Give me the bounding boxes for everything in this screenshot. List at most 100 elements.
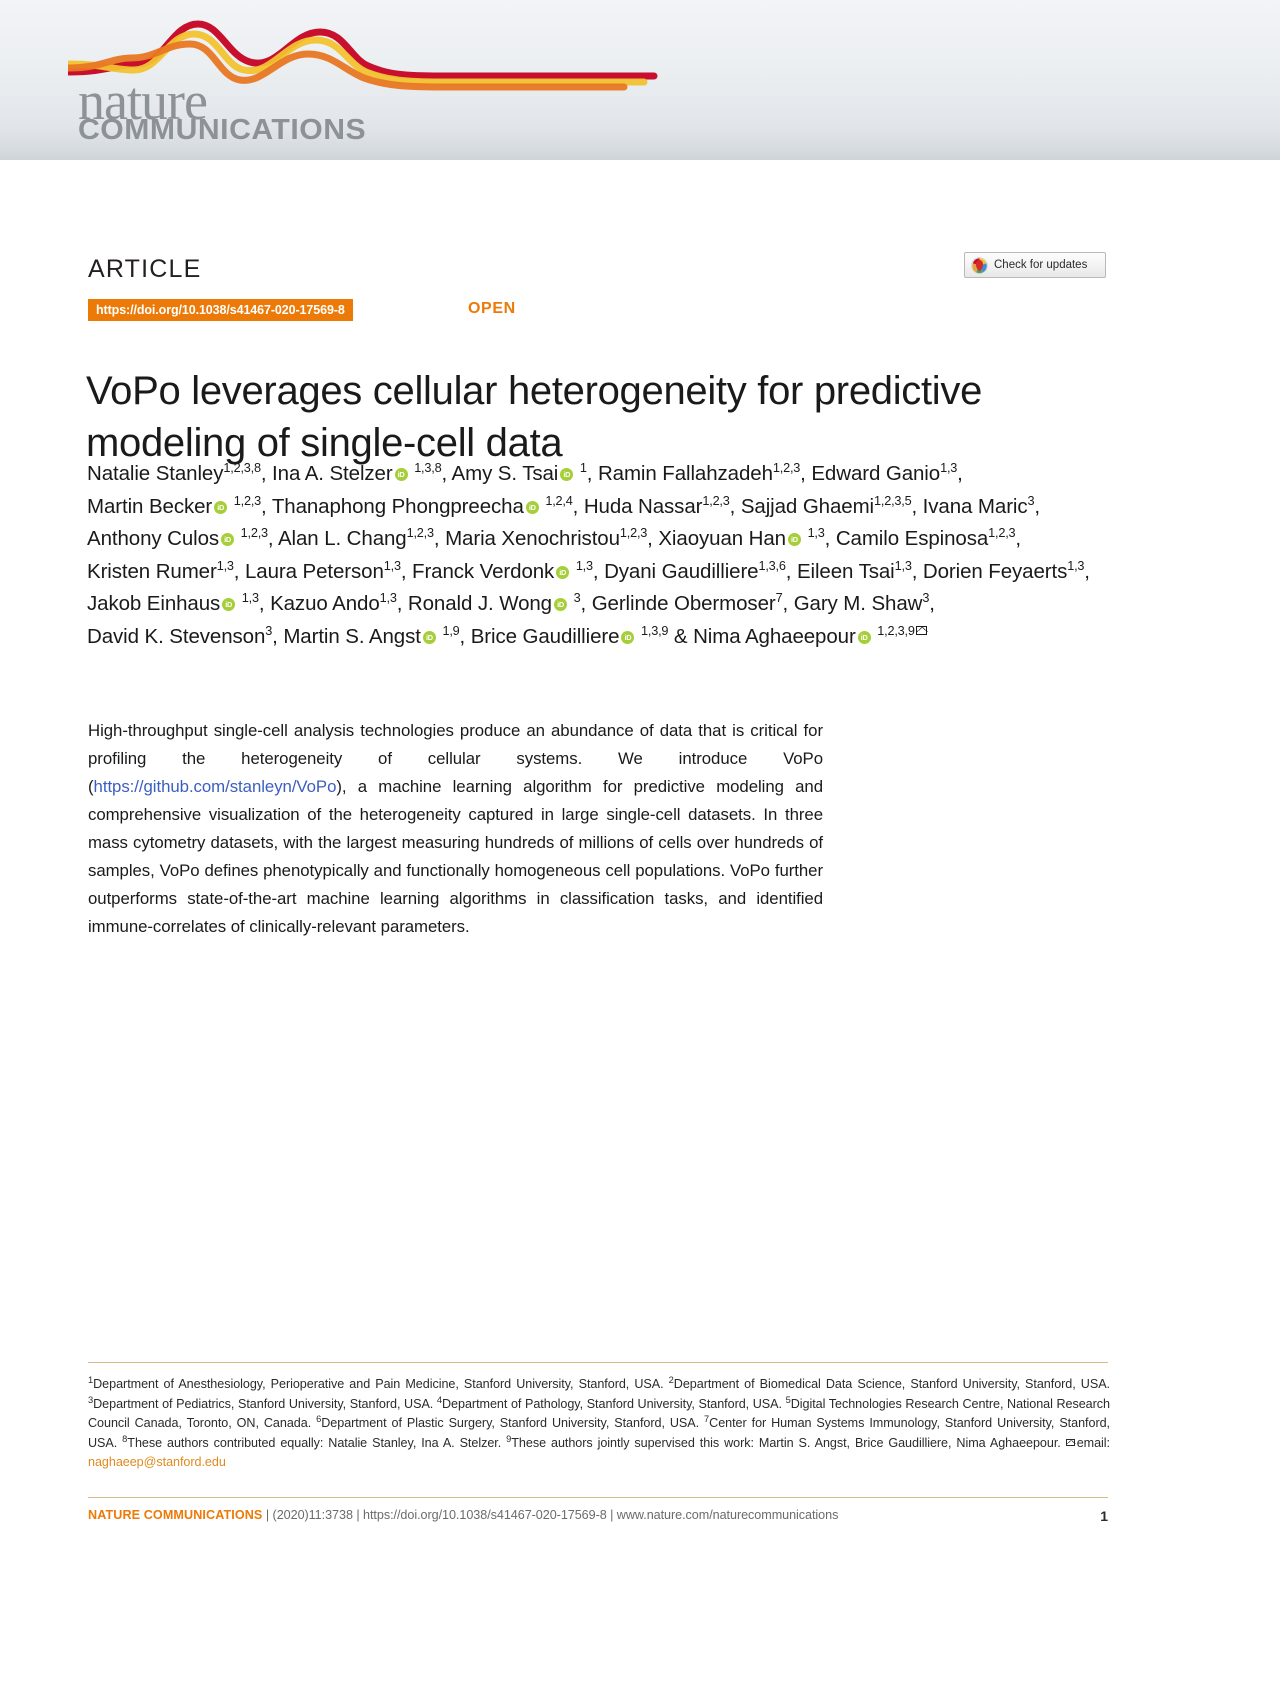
author-name: Kristen Rumer — [87, 559, 217, 583]
author-list: Natalie Stanley1,2,3,8, Ina A. Stelzer 1… — [87, 458, 1122, 653]
author-entry: Martin Becker 1,2,3, — [87, 492, 272, 518]
article-title: VoPo leverages cellular heterogeneity fo… — [86, 368, 983, 465]
author-name: Camilo Espinosa — [835, 527, 989, 550]
abstract-part-2: ), a machine learning algorithm for pred… — [88, 777, 823, 936]
author-name: Ramin Fallahzadeh — [597, 462, 773, 485]
author-name: Jakob Einhaus — [87, 592, 221, 615]
author-name: Natalie Stanley — [87, 462, 224, 485]
author-name: Thanaphong Phongpreecha — [271, 494, 524, 518]
corresponding-author-envelope-icon[interactable] — [915, 625, 928, 636]
orcid-icon[interactable] — [556, 565, 570, 579]
orcid-icon[interactable] — [554, 598, 567, 611]
author-name: Alan L. Chang — [277, 527, 407, 550]
orcid-icon[interactable] — [221, 533, 235, 546]
footer-divider — [88, 1497, 1108, 1498]
orcid-icon[interactable] — [214, 500, 228, 514]
author-entry: Xiaoyuan Han 1,3, — [658, 526, 835, 550]
author-affiliation-marker: 1,3 — [940, 460, 958, 476]
affiliation-text: Department of Plastic Surgery, Stanford … — [321, 1416, 705, 1430]
orcid-icon[interactable] — [222, 598, 236, 611]
author-affiliation-marker: 1,2,3 — [240, 525, 268, 541]
author-affiliation-marker: 1,2,3 — [988, 525, 1016, 541]
author-affiliation-marker: 1,3 — [383, 557, 401, 573]
author-name: Martin S. Angst — [283, 624, 421, 648]
affiliations-divider — [88, 1362, 1108, 1363]
author-entry: Ivana Maric3, — [922, 492, 1041, 518]
author-name: Edward Ganio — [811, 462, 941, 485]
author-name: Eileen Tsai — [796, 559, 895, 583]
author-entry: Ramin Fallahzadeh1,2,3, — [597, 460, 812, 485]
author-affiliation-marker: 1,2,3,9 — [877, 622, 915, 638]
check-for-updates-label: Check for updates — [994, 259, 1088, 271]
footer-journal-brand: NATURE COMMUNICATIONS — [88, 1508, 263, 1522]
github-link[interactable]: https://github.com/stanleyn/VoPo — [94, 777, 337, 796]
author-affiliation-marker: 1,3 — [379, 590, 397, 606]
author-affiliation-marker: 7 — [775, 590, 783, 606]
author-affiliation-marker: 3 — [573, 590, 581, 606]
author-name: David K. Stevenson — [87, 624, 266, 648]
article-page: ARTICLE Check for updates https://doi.or… — [0, 160, 1280, 1682]
author-name: Kazuo Ando — [270, 592, 380, 615]
orcid-icon[interactable] — [857, 630, 871, 644]
author-name: Gary M. Shaw — [793, 592, 923, 615]
author-affiliation-marker: 3 — [922, 590, 930, 606]
affiliation-text: These authors contributed equally: Natal… — [127, 1435, 507, 1450]
author-entry: Thanaphong Phongpreecha 1,2,4, — [271, 492, 584, 518]
author-name: Maria Xenochristou — [445, 527, 620, 550]
author-entry: Maria Xenochristou1,2,3, — [445, 525, 659, 550]
orcid-icon[interactable] — [394, 468, 408, 481]
author-entry: Dorien Feyaerts1,3, — [922, 557, 1090, 583]
author-affiliation-marker: 1,3 — [894, 557, 912, 573]
author-affiliation-marker: 1,2,3 — [702, 492, 730, 508]
author-affiliation-marker: 3 — [1027, 492, 1035, 508]
author-entry: Edward Ganio1,3, — [811, 460, 963, 485]
author-affiliation-marker: 1,2,3,8 — [223, 460, 261, 476]
author-name: Ina A. Stelzer — [272, 462, 393, 485]
author-name: Amy S. Tsai — [451, 462, 559, 485]
author-affiliation-marker: 1,2,3,5 — [874, 492, 912, 508]
author-entry: Laura Peterson1,3, — [244, 557, 413, 583]
crossmark-icon — [971, 256, 988, 274]
affiliation-text: Department of Pathology, Stanford Univer… — [442, 1396, 786, 1411]
author-entry: Franck Verdonk 1,3, — [412, 559, 604, 583]
author-name: Huda Nassar — [583, 494, 703, 518]
author-entry: Ina A. Stelzer 1,3,8, — [272, 461, 451, 485]
author-name: Brice Gaudilliere — [470, 624, 620, 648]
orcid-icon[interactable] — [560, 468, 574, 481]
corresponding-email-link[interactable]: naghaeep@stanford.edu — [88, 1455, 226, 1469]
author-line: Martin Becker 1,2,3, Thanaphong Phongpre… — [87, 491, 1122, 524]
author-entry: Sajjad Ghaemi1,2,3,5, — [740, 492, 923, 518]
author-entry: Anthony Culos 1,2,3, — [87, 525, 278, 550]
doi-badge[interactable]: https://doi.org/10.1038/s41467-020-17569… — [88, 299, 353, 321]
author-entry: Ronald J. Wong 3, — [407, 590, 592, 615]
affiliation-text: These authors jointly supervised this wo… — [511, 1435, 1066, 1450]
orcid-icon[interactable] — [422, 630, 436, 644]
journal-masthead: nature COMMUNICATIONS — [0, 0, 1280, 160]
author-name: Nima Aghaeepour — [693, 624, 856, 648]
author-affiliation-marker: 1,2,3 — [233, 492, 262, 508]
orcid-icon[interactable] — [621, 630, 635, 644]
author-entry: Gerlinde Obermoser7, — [591, 590, 794, 615]
orcid-icon[interactable] — [525, 500, 539, 514]
author-line: Jakob Einhaus 1,3, Kazuo Ando1,3, Ronald… — [87, 588, 1122, 621]
author-affiliation-marker: 1,2,3 — [406, 525, 434, 541]
check-for-updates-button[interactable]: Check for updates — [964, 252, 1106, 278]
author-name: Ronald J. Wong — [407, 592, 552, 615]
author-entry: Dyani Gaudilliere1,3,6, — [604, 557, 797, 583]
author-entry: Natalie Stanley1,2,3,8, — [87, 460, 273, 485]
page-footer: NATURE COMMUNICATIONS | (2020)11:3738 | … — [88, 1508, 1108, 1524]
communications-wordmark: COMMUNICATIONS — [78, 114, 367, 146]
author-entry: Kazuo Ando1,3, — [270, 590, 408, 615]
author-entry: David K. Stevenson3, — [87, 622, 284, 648]
author-entry: Gary M. Shaw3, — [793, 590, 935, 615]
author-entry: Alan L. Chang1,2,3, — [277, 525, 446, 550]
author-name: Xiaoyuan Han — [658, 527, 786, 550]
affiliation-text: Department of Pediatrics, Stanford Unive… — [93, 1396, 437, 1411]
email-envelope-icon — [1065, 1439, 1076, 1448]
author-affiliation-marker: 1,3,6 — [758, 557, 786, 573]
author-line: Kristen Rumer1,3, Laura Peterson1,3, Fra… — [87, 556, 1122, 589]
author-entry: Jakob Einhaus 1,3, — [87, 591, 270, 615]
orcid-icon[interactable] — [787, 533, 801, 546]
author-affiliation-marker: 1,2,4 — [545, 492, 573, 508]
author-name: Anthony Culos — [87, 527, 220, 550]
